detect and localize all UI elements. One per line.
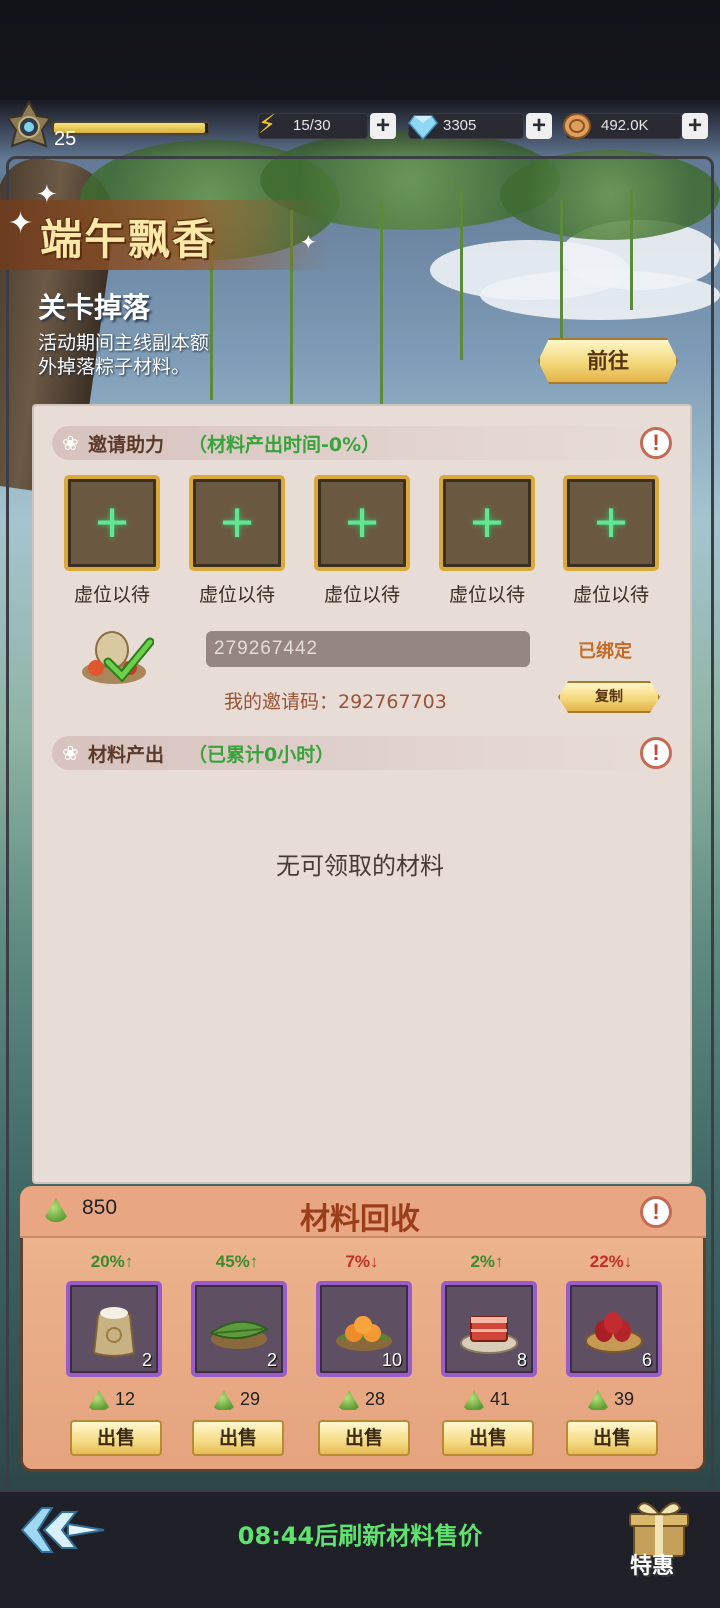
sell-price: 29: [182, 1389, 292, 1411]
item-quantity: 8: [516, 1350, 527, 1370]
rice-bag-icon: [92, 1307, 136, 1357]
output-title: 材料产出: [88, 744, 165, 766]
zongzi-icon: [88, 1390, 109, 1411]
item-quantity: 2: [141, 1350, 152, 1370]
material-item-bamboo-leaves[interactable]: 2: [191, 1281, 287, 1377]
material-item-red-dates[interactable]: 6: [566, 1281, 662, 1377]
slot-label: 虚位以待: [572, 584, 649, 606]
material-item-rice[interactable]: 2: [66, 1281, 162, 1377]
zongzi-icon: [213, 1390, 234, 1411]
invite-slot[interactable]: +: [64, 475, 160, 571]
slot-label: 虚位以待: [198, 584, 275, 606]
drop-description: 活动期间主线副本额 外掉落粽子材料。: [38, 331, 278, 379]
coin-value: 492.0K: [601, 117, 649, 134]
goto-button[interactable]: 前往: [538, 338, 678, 384]
invite-slot[interactable]: +: [439, 475, 535, 571]
materials-bound-icon: [82, 631, 154, 684]
slot-label: 虚位以待: [323, 584, 400, 606]
add-coins-button[interactable]: +: [682, 113, 708, 139]
zongzi-icon: [587, 1390, 608, 1411]
flower-icon: ❀: [62, 741, 79, 765]
diamond-icon: [408, 115, 438, 140]
plus-icon: +: [220, 490, 254, 555]
price-change: 20%↑: [90, 1252, 134, 1271]
output-note: （已累计0小时）: [188, 744, 335, 766]
output-section-header: ❀ 材料产出 （已累计0小时）: [52, 736, 672, 770]
price-change: 22%↓: [589, 1252, 633, 1271]
invite-code-input[interactable]: 279267442: [206, 631, 530, 667]
plus-icon: +: [345, 490, 379, 555]
price-change: 2%↑: [470, 1252, 504, 1271]
item-quantity: 2: [266, 1350, 277, 1370]
slot-label: 虚位以待: [73, 584, 150, 606]
invite-section-header: ❀ 邀请助力 （材料产出时间-0%）: [52, 426, 672, 460]
sell-price-value: 29: [239, 1389, 261, 1409]
plus-icon: +: [470, 490, 504, 555]
recycle-title: 材料回收: [300, 1202, 420, 1237]
price-refresh-timer: 08:44后刷新材料售价: [237, 1522, 483, 1550]
add-energy-button[interactable]: +: [370, 113, 396, 139]
sell-price-value: 12: [114, 1389, 136, 1409]
sell-button[interactable]: 出售: [70, 1420, 162, 1456]
invite-slot[interactable]: +: [563, 475, 659, 571]
flower-icon: ❀: [62, 431, 79, 455]
plus-icon: +: [594, 490, 628, 555]
drop-desc-line: 活动期间主线副本额: [38, 332, 210, 354]
lightning-icon: ⚡: [257, 110, 277, 140]
slot-label: 虚位以待: [448, 584, 525, 606]
sell-price: 12: [57, 1389, 167, 1411]
bamboo-leaves-icon: [209, 1321, 269, 1349]
gem-value: 3305: [443, 117, 477, 134]
sell-button[interactable]: 出售: [566, 1420, 658, 1456]
empty-materials-message: 无可领取的材料: [276, 852, 444, 880]
zongzi-icon: [338, 1390, 359, 1411]
sell-button[interactable]: 出售: [442, 1420, 534, 1456]
sparkle-icon: ✦: [300, 230, 317, 254]
sell-price: 39: [556, 1389, 666, 1411]
add-gems-button[interactable]: +: [526, 113, 552, 139]
invite-slot[interactable]: +: [189, 475, 285, 571]
invite-title: 邀请助力: [88, 434, 165, 456]
sell-button[interactable]: 出售: [192, 1420, 284, 1456]
drop-title: 关卡掉落: [38, 291, 151, 324]
my-invite-code: 我的邀请码：292767703: [224, 691, 447, 713]
event-title: 端午飘香: [40, 215, 217, 264]
bound-status: 已绑定: [578, 641, 632, 662]
recycle-info-button[interactable]: !: [640, 1196, 672, 1228]
red-dates-icon: [585, 1312, 643, 1353]
sell-price: 28: [307, 1389, 417, 1411]
pork-icon: [460, 1316, 518, 1354]
sell-price-value: 28: [364, 1389, 386, 1409]
sell-button[interactable]: 出售: [318, 1420, 410, 1456]
sell-price-value: 41: [489, 1389, 511, 1409]
level-badge-icon[interactable]: [4, 100, 54, 154]
zongzi-icon: [463, 1390, 484, 1411]
coin-icon: [563, 113, 591, 139]
output-info-button[interactable]: !: [640, 737, 672, 769]
sell-price: 41: [432, 1389, 542, 1411]
xp-fill: [54, 123, 205, 133]
copy-button[interactable]: 复制: [558, 681, 660, 713]
plus-icon: +: [95, 490, 129, 555]
item-quantity: 10: [381, 1350, 402, 1370]
item-quantity: 6: [641, 1350, 652, 1370]
special-offer-label[interactable]: 特惠: [630, 1548, 674, 1580]
invite-info-button[interactable]: !: [640, 427, 672, 459]
drop-desc-line: 外掉落粽子材料。: [38, 356, 191, 378]
invite-slot[interactable]: +: [314, 475, 410, 571]
energy-value: 15/30: [293, 117, 331, 134]
player-level: 25: [54, 128, 77, 150]
sell-price-value: 39: [613, 1389, 635, 1409]
invite-note: （材料产出时间-0%）: [188, 434, 381, 456]
sparkle-icon: ✦: [8, 206, 34, 241]
price-change: 7%↓: [345, 1252, 379, 1271]
material-item-pork[interactable]: 8: [441, 1281, 537, 1377]
price-change: 45%↑: [215, 1252, 259, 1271]
material-item-oranges[interactable]: 10: [316, 1281, 412, 1377]
